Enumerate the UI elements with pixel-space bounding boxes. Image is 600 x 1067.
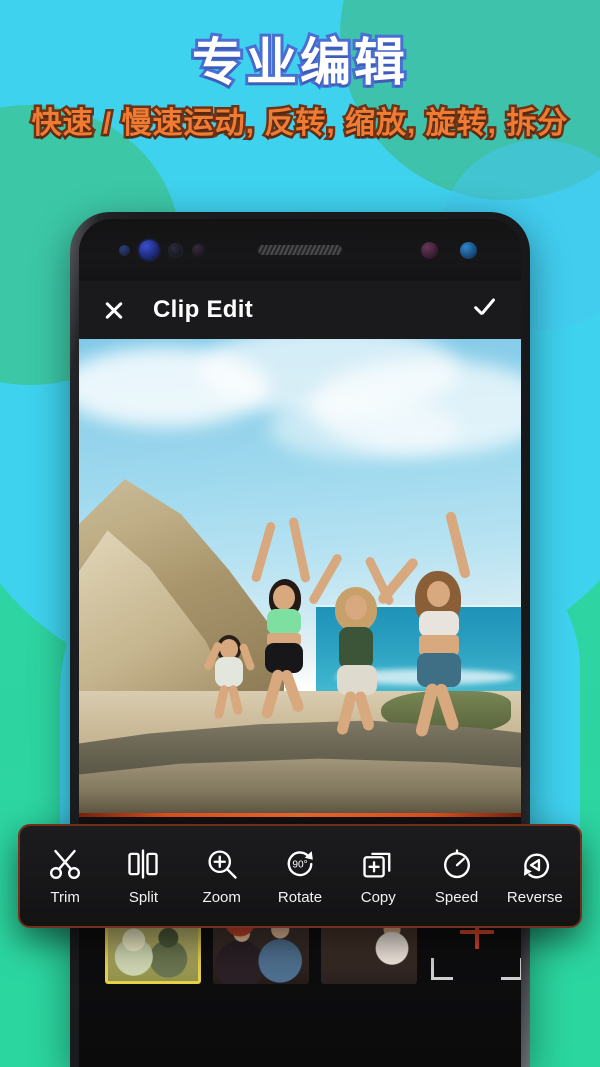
tool-split[interactable]: Split [106,846,180,906]
sensor-cluster-right [421,241,477,259]
led-indicator-icon [460,241,477,259]
reverse-icon [523,853,549,879]
split-icon [128,849,159,879]
tool-label: Copy [360,889,396,906]
rotate-90-icon: 90° [287,851,313,877]
stopwatch-icon [443,849,470,879]
video-preview[interactable]: 00:01 00:02 [79,339,521,813]
light-sensor-icon [168,242,183,258]
promo-subtitle: 快速 / 慢速运动, 反转, 缩放, 旋转, 拆分 [29,105,570,143]
tool-rotate[interactable]: 90° Rotate [263,846,337,906]
iris-sensor-icon [192,243,205,257]
scissors-icon [50,849,81,880]
phone-mockup: Clip Edit [70,212,530,1067]
frame-corner [431,958,453,980]
iris-scanner-icon [421,241,438,259]
close-icon[interactable] [101,297,127,323]
cloud-shape [269,399,459,459]
tool-zoom[interactable]: Zoom [185,846,259,906]
tool-trim[interactable]: Trim [28,846,102,906]
tool-label: Rotate [277,889,323,906]
promo-title: 专业编辑 [189,31,408,94]
rotate-badge: 90° [292,859,307,870]
tool-reverse[interactable]: Reverse [498,846,572,906]
tool-copy[interactable]: Copy [341,846,415,906]
sensor-cluster-left [119,240,205,260]
person-figure [307,535,397,736]
check-icon[interactable] [469,295,499,325]
phone-body: Clip Edit [70,212,530,1067]
tool-label: Trim [50,889,80,906]
earpiece-speaker-icon [257,245,343,255]
tool-label: Split [128,889,159,906]
app-titlebar: Clip Edit [79,281,521,339]
phone-top-bezel [79,219,521,281]
person-figure [247,516,327,727]
person-figure [376,510,487,741]
tool-speed[interactable]: Speed [420,846,494,906]
promo-text-block: 专业编辑 快速 / 慢速运动, 反转, 缩放, 旋转, 拆分 [0,31,600,143]
front-camera-icon [139,240,159,260]
phone-screen: Clip Edit [79,219,521,1067]
tool-label: Zoom [202,889,241,906]
proximity-sensor-icon [119,244,130,256]
page-title: Clip Edit [153,296,254,323]
frame-corner [501,958,521,980]
magnifier-plus-icon [208,850,237,879]
tool-label: Reverse [506,889,563,906]
clip-edit-toolbar: Trim Split Zoom 90° Rotate Copy Speed Re… [18,824,582,928]
copy-plus-icon [363,852,391,878]
tool-label: Speed [434,889,479,906]
